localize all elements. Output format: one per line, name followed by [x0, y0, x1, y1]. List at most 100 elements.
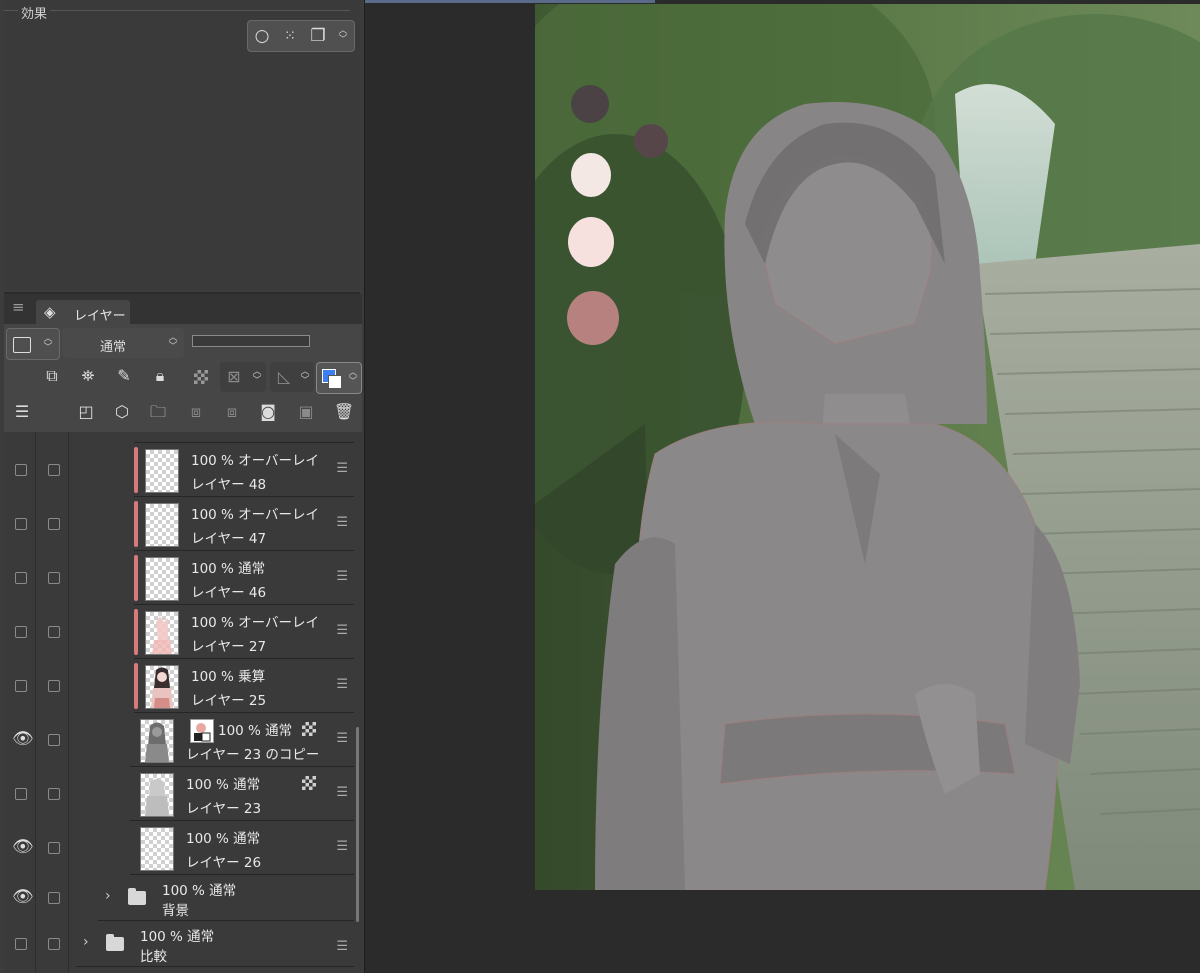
- visibility-checkbox[interactable]: [15, 788, 27, 800]
- layer-row[interactable]: 100 % オーバーレイ レイヤー 27 ☰: [4, 605, 362, 659]
- drag-handle-icon[interactable]: ☰: [336, 461, 348, 476]
- palette-swatch[interactable]: [571, 85, 609, 123]
- folder-row[interactable]: › 100 % 通常 比較 ☰: [4, 921, 362, 967]
- layer-mode: 100 % 通常: [186, 831, 261, 847]
- folder-item: › 100 % 通常 背景: [98, 876, 354, 921]
- artwork-canvas[interactable]: [535, 4, 1200, 890]
- lock-transparency-icon[interactable]: [194, 370, 208, 384]
- layer-thumbnail: [140, 827, 174, 871]
- edit-checkbox[interactable]: [48, 892, 60, 904]
- effect-stepper[interactable]: ︿ ﹀: [336, 27, 350, 45]
- edit-checkbox[interactable]: [48, 626, 60, 638]
- chevron-updown-icon: ︿ ﹀: [43, 334, 53, 353]
- lock-icon[interactable]: 🔒︎: [148, 364, 172, 388]
- mask-options: ⊠ ︿ ﹀: [220, 362, 266, 392]
- layer-thumbnail: [140, 773, 174, 817]
- create-mask-icon[interactable]: ◙: [256, 400, 280, 424]
- mask-thumbnail[interactable]: [190, 719, 214, 743]
- tab-layer[interactable]: ◈ レイヤー: [36, 300, 130, 324]
- visibility-checkbox[interactable]: [15, 572, 27, 584]
- mask-icon[interactable]: ⊠: [222, 365, 246, 389]
- drag-handle-icon[interactable]: ☰: [336, 677, 348, 692]
- layer-mode: 100 % 乗算: [191, 669, 266, 685]
- eye-icon[interactable]: 👁︎: [12, 888, 34, 906]
- palette-swatch[interactable]: [568, 217, 614, 267]
- palette-swatch[interactable]: [634, 124, 668, 158]
- drag-handle-icon[interactable]: ☰: [336, 569, 348, 584]
- edit-checkbox[interactable]: [48, 788, 60, 800]
- apply-mask-icon[interactable]: ▣: [294, 400, 318, 424]
- new-raster-layer-icon[interactable]: ◰: [74, 400, 98, 424]
- visibility-checkbox[interactable]: [15, 518, 27, 530]
- duplicate-icon[interactable]: ❐: [308, 26, 328, 46]
- eye-icon[interactable]: 👁︎: [12, 838, 34, 856]
- layer-toolbar: ︿ ﹀ 通常 ︿ ﹀ ⧉ ⛯ ✎ 🔒︎ ⊠ ︿ ﹀ ◺ ︿ ﹀ ︿ ﹀ ☰ ◰ ⬡ 🗀︎ …: [4, 324, 362, 432]
- visibility-checkbox[interactable]: [15, 938, 27, 950]
- trash-icon[interactable]: 🗑︎: [332, 400, 356, 424]
- drag-handle-icon[interactable]: ☰: [336, 839, 348, 854]
- edit-checkbox[interactable]: [48, 842, 60, 854]
- clipping-indicator: [134, 501, 138, 547]
- drag-handle-icon[interactable]: ☰: [336, 515, 348, 530]
- folder-mode: 100 % 通常: [162, 883, 237, 899]
- layer-color-select[interactable]: ︿ ﹀: [6, 328, 60, 360]
- chevron-right-icon[interactable]: ›: [83, 934, 89, 950]
- layer-row[interactable]: 👁︎ 100 % 通常 レイヤー 26 ☰: [4, 821, 362, 875]
- merge-down-icon[interactable]: ⧈: [220, 400, 244, 424]
- layer-mode: 100 % 通常: [218, 723, 293, 739]
- layer-list-scrollbar[interactable]: [356, 727, 359, 922]
- edit-checkbox[interactable]: [48, 518, 60, 530]
- palette-swatch[interactable]: [571, 153, 611, 197]
- chevron-updown-icon: ︿ ﹀: [300, 367, 310, 386]
- visibility-checkbox[interactable]: [15, 680, 27, 692]
- layer-mode: 100 % オーバーレイ: [191, 615, 320, 631]
- layer-properties-icon[interactable]: ☰: [10, 400, 34, 424]
- palette-swatch[interactable]: [567, 291, 619, 345]
- eye-icon[interactable]: 👁︎: [12, 730, 34, 748]
- layer-row[interactable]: 100 % 通常 レイヤー 46 ☰: [4, 551, 362, 605]
- blend-mode-label: 通常: [100, 340, 127, 355]
- new-3d-layer-icon[interactable]: ⬡: [110, 400, 134, 424]
- panel-menu-icon[interactable]: ≡: [12, 298, 25, 316]
- clip-to-layer-below-icon[interactable]: ⧉: [40, 364, 64, 388]
- circle-effect-icon[interactable]: ○: [252, 26, 272, 46]
- layer-row[interactable]: 100 % オーバーレイ レイヤー 47 ☰: [4, 497, 362, 551]
- draft-layer-icon[interactable]: ✎: [112, 364, 136, 388]
- drag-handle-icon[interactable]: ☰: [336, 623, 348, 638]
- layer-item: 100 % オーバーレイ レイヤー 27: [134, 606, 354, 659]
- transfer-down-icon[interactable]: ⧈: [184, 400, 208, 424]
- edit-checkbox[interactable]: [48, 938, 60, 950]
- clipping-indicator: [134, 663, 138, 709]
- canvas-top-strip: [365, 0, 655, 3]
- drag-handle-icon[interactable]: ☰: [336, 939, 348, 954]
- ruler-icon[interactable]: ◺: [272, 365, 296, 389]
- chevron-right-icon[interactable]: ›: [105, 888, 111, 904]
- edit-checkbox[interactable]: [48, 464, 60, 476]
- layer-color-button[interactable]: ︿ ﹀: [316, 362, 362, 394]
- layer-row[interactable]: 100 % 乗算 レイヤー 25 ☰: [4, 659, 362, 713]
- visibility-checkbox[interactable]: [15, 626, 27, 638]
- layer-name: レイヤー 27: [191, 639, 267, 655]
- layer-row[interactable]: 100 % オーバーレイ レイヤー 48 ☰: [4, 443, 362, 497]
- drag-handle-icon[interactable]: ☰: [336, 785, 348, 800]
- edit-checkbox[interactable]: [48, 572, 60, 584]
- layer-thumbnail: [145, 557, 179, 601]
- new-folder-icon[interactable]: 🗀︎: [146, 400, 170, 424]
- drag-handle-icon[interactable]: ☰: [336, 731, 348, 746]
- folder-row[interactable]: 👁︎ › 100 % 通常 背景: [4, 875, 362, 921]
- visibility-checkbox[interactable]: [15, 464, 27, 476]
- opacity-slider[interactable]: [192, 335, 310, 347]
- edit-checkbox[interactable]: [48, 734, 60, 746]
- canvas-area[interactable]: [365, 0, 1200, 973]
- edit-checkbox[interactable]: [48, 680, 60, 692]
- clipping-indicator: [134, 555, 138, 601]
- lock-transparency-icon: [302, 722, 316, 736]
- reference-layer-icon[interactable]: ⛯: [76, 364, 100, 388]
- effect-divider: [4, 10, 350, 11]
- layer-row[interactable]: 100 % 通常 レイヤー 23 ☰: [4, 767, 362, 821]
- blend-mode-select[interactable]: 通常 ︿ ﹀: [62, 328, 184, 358]
- folder-name: 比較: [140, 949, 167, 965]
- layer-name: レイヤー 26: [186, 855, 262, 871]
- layer-row[interactable]: 👁︎ 100 % 通常 レイヤー 23 のコピー ☰: [4, 713, 362, 767]
- halftone-icon[interactable]: ⁙: [280, 26, 300, 46]
